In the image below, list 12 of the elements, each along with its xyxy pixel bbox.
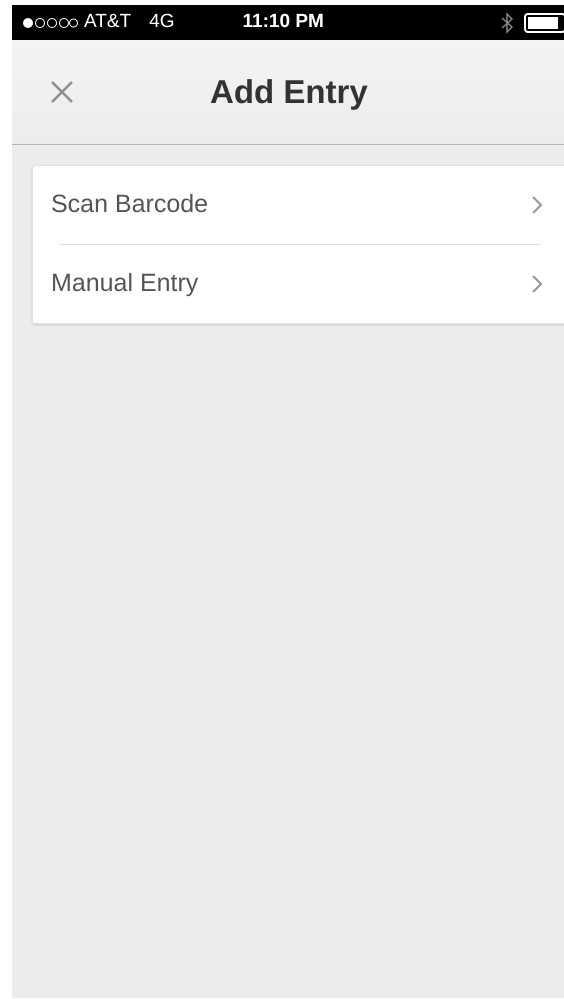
carrier-name: AT&T <box>84 10 132 34</box>
network-type: 4G <box>149 10 175 34</box>
battery-icon <box>524 12 564 32</box>
menu-item[interactable]: Scan Barcode <box>33 166 564 244</box>
chevron-right-icon <box>531 274 543 294</box>
menu-item[interactable]: Manual Entry <box>33 245 564 323</box>
chevron-right-icon <box>531 195 543 215</box>
signal-icon <box>22 16 78 28</box>
clock-time: 11:10 PM <box>242 10 324 34</box>
bluetooth-icon <box>500 12 514 34</box>
screen-title: Add Entry <box>210 72 368 112</box>
close-icon <box>50 80 74 104</box>
